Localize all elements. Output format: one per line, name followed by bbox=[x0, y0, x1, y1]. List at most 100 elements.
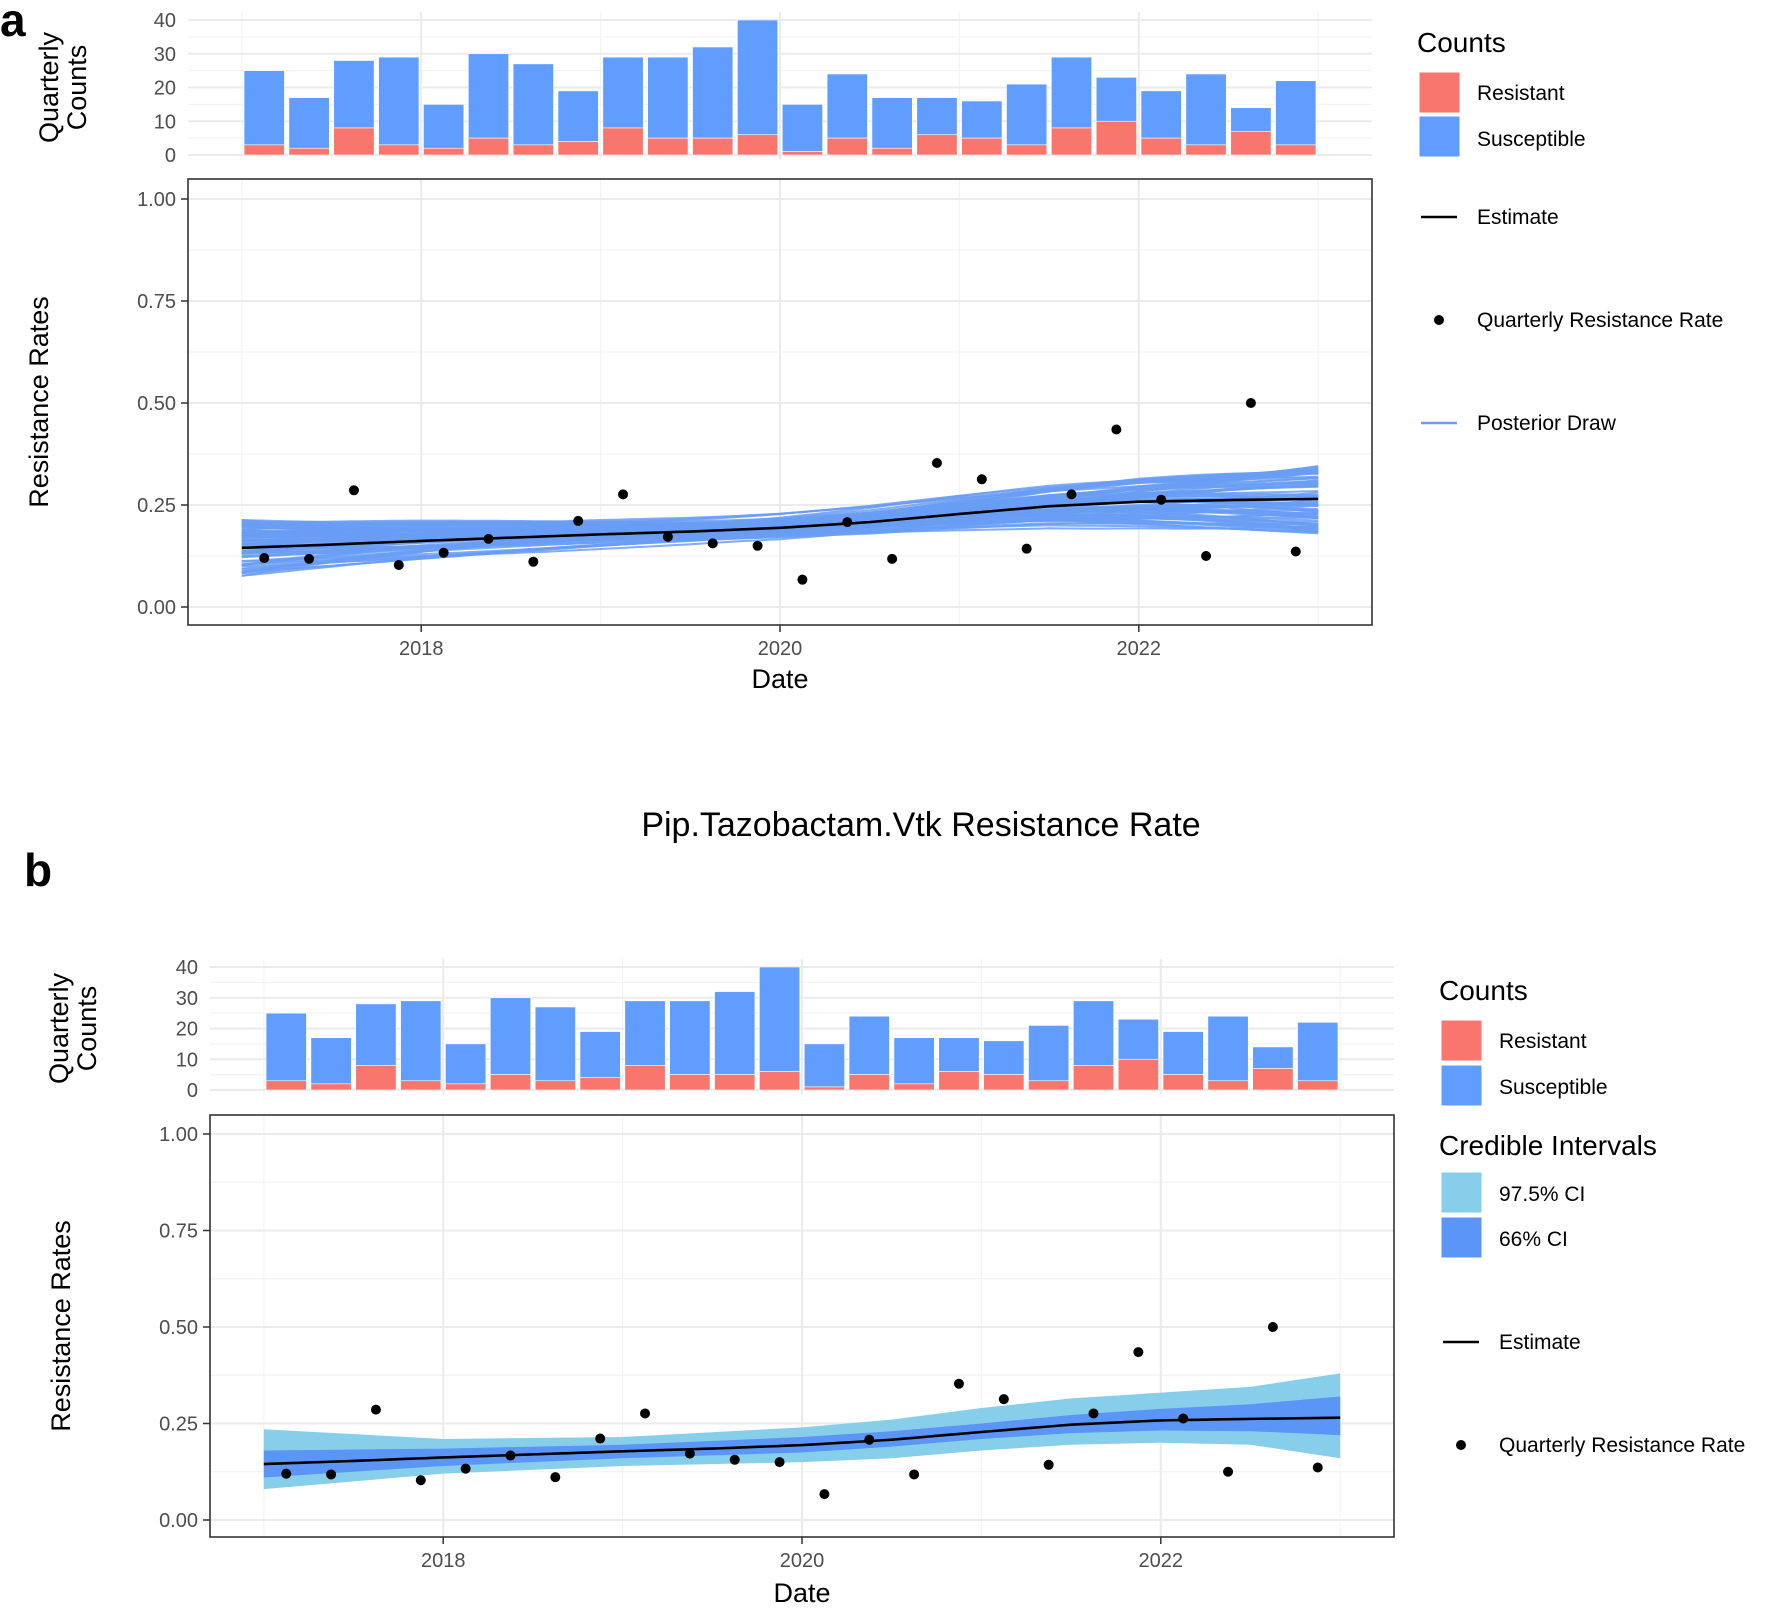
legend-label-rate: Quarterly Resistance Rate bbox=[1477, 309, 1723, 332]
bar-susceptible-b bbox=[1162, 1031, 1204, 1075]
y-tick-label: 30 bbox=[176, 988, 198, 1010]
rate-point bbox=[1088, 1408, 1099, 1419]
bar-resistant-a bbox=[512, 144, 554, 156]
y-tick-label: 0.00 bbox=[159, 1510, 198, 1532]
rate-point bbox=[505, 1450, 516, 1461]
y-tick-label: 40 bbox=[154, 10, 176, 32]
bar-susceptible-a bbox=[916, 97, 958, 136]
bar-susceptible-b bbox=[803, 1043, 845, 1088]
rate-point bbox=[348, 485, 359, 496]
rate-point bbox=[1043, 1459, 1054, 1470]
legend-title-counts: Counts bbox=[1417, 27, 1506, 58]
bar-resistant-a bbox=[1006, 144, 1048, 156]
bar-resistant-b bbox=[579, 1077, 621, 1091]
bar-susceptible-b bbox=[983, 1040, 1025, 1075]
y-tick-label: 0 bbox=[165, 145, 176, 167]
bar-resistant-a bbox=[826, 137, 868, 156]
bar-resistant-b bbox=[534, 1080, 576, 1091]
bar-resistant-b bbox=[310, 1083, 352, 1091]
rate-point bbox=[953, 1378, 964, 1389]
bar-susceptible-a bbox=[423, 104, 465, 149]
bar-resistant-b bbox=[445, 1083, 487, 1091]
bar-susceptible-a bbox=[1095, 77, 1137, 122]
x-tick-label: 2022 bbox=[1139, 1550, 1184, 1572]
bar-resistant-a bbox=[468, 137, 509, 156]
bar-susceptible-b bbox=[1073, 1000, 1114, 1066]
bar-susceptible-a bbox=[1185, 73, 1227, 146]
bar-susceptible-a bbox=[826, 73, 868, 139]
rate-point bbox=[707, 538, 718, 549]
rate-point bbox=[819, 1489, 830, 1500]
bar-susceptible-a bbox=[961, 100, 1003, 139]
bar-resistant-b bbox=[848, 1074, 890, 1091]
bar-susceptible-a bbox=[602, 56, 644, 129]
bar-resistant-b bbox=[1297, 1080, 1339, 1091]
rate-point bbox=[976, 474, 987, 485]
rate-point bbox=[1133, 1347, 1144, 1358]
bar-susceptible-a bbox=[243, 70, 285, 146]
y-tick-label: 0.75 bbox=[137, 291, 176, 313]
bar-susceptible-b bbox=[714, 991, 756, 1075]
rate-point bbox=[1156, 494, 1167, 505]
bar-susceptible-b bbox=[893, 1037, 935, 1085]
rate-point bbox=[393, 559, 404, 570]
bar-susceptible-b bbox=[490, 997, 531, 1075]
bar-susceptible-a bbox=[1051, 56, 1092, 129]
rate-point bbox=[729, 1454, 740, 1465]
bar-susceptible-a bbox=[468, 53, 509, 139]
bar-resistant-b bbox=[1252, 1068, 1294, 1091]
rate-point bbox=[595, 1433, 606, 1444]
bar-susceptible-b bbox=[265, 1012, 307, 1082]
legend-label-ci66: 66% CI bbox=[1499, 1228, 1568, 1251]
bar-resistant-b bbox=[803, 1086, 845, 1091]
chart-title-b: Pip.Tazobactam.Vtk Resistance Rate bbox=[641, 806, 1200, 844]
legend-key-rate bbox=[1456, 1440, 1466, 1450]
y-tick-label: 0.00 bbox=[137, 597, 176, 619]
bar-susceptible-b bbox=[400, 1000, 442, 1082]
rate-point bbox=[326, 1469, 337, 1480]
rate-point bbox=[998, 1394, 1009, 1405]
bar-susceptible-b bbox=[1028, 1025, 1070, 1082]
rate-point bbox=[528, 556, 539, 567]
bar-susceptible-b bbox=[355, 1003, 397, 1066]
bar-susceptible-a bbox=[1230, 107, 1272, 132]
x-tick-label: 2022 bbox=[1117, 638, 1162, 660]
bar-resistant-a bbox=[557, 141, 599, 156]
bar-resistant-a bbox=[647, 137, 689, 156]
bar-resistant-a bbox=[1051, 127, 1092, 156]
bar-resistant-a bbox=[692, 137, 734, 156]
bar-susceptible-b bbox=[1117, 1018, 1159, 1060]
rate-point bbox=[1245, 398, 1256, 408]
legend-label-ci975: 97.5% CI bbox=[1499, 1183, 1585, 1206]
legend-key-rate bbox=[1434, 315, 1444, 325]
bar-susceptible-b bbox=[1297, 1022, 1339, 1082]
rate-point bbox=[460, 1463, 471, 1474]
bar-resistant-b bbox=[714, 1074, 756, 1091]
legend-label-estimate: Estimate bbox=[1499, 1331, 1581, 1354]
x-axis-title: Date bbox=[773, 1578, 830, 1608]
x-axis-title: Date bbox=[751, 664, 808, 694]
bar-resistant-a bbox=[243, 144, 285, 156]
y-tick-label: 10 bbox=[176, 1049, 198, 1071]
bar-resistant-a bbox=[333, 127, 375, 156]
legend-title-counts: Counts bbox=[1439, 975, 1528, 1006]
bar-susceptible-a bbox=[378, 56, 420, 146]
y-tick-label: 1.00 bbox=[159, 1124, 198, 1146]
y-tick-label: 20 bbox=[176, 1019, 198, 1041]
legend-label-resistant: Resistant bbox=[1477, 82, 1565, 105]
y-axis-title-line1: Quarterly bbox=[44, 972, 74, 1084]
bar-resistant-b bbox=[983, 1074, 1025, 1091]
bar-susceptible-a bbox=[781, 104, 823, 152]
rate-point bbox=[640, 1408, 651, 1419]
legend-label-susceptible: Susceptible bbox=[1499, 1076, 1608, 1099]
bar-resistant-b bbox=[265, 1080, 307, 1091]
rate-point bbox=[842, 517, 853, 528]
bar-susceptible-a bbox=[512, 63, 554, 146]
rate-point bbox=[259, 553, 270, 564]
bar-resistant-a bbox=[1185, 144, 1227, 156]
bar-susceptible-b bbox=[669, 1000, 711, 1075]
rate-point bbox=[1267, 1322, 1278, 1332]
y-tick-label: 10 bbox=[154, 111, 176, 133]
legend-key-susceptible bbox=[1440, 1064, 1483, 1107]
y-axis-title-line2: Counts bbox=[72, 986, 102, 1072]
